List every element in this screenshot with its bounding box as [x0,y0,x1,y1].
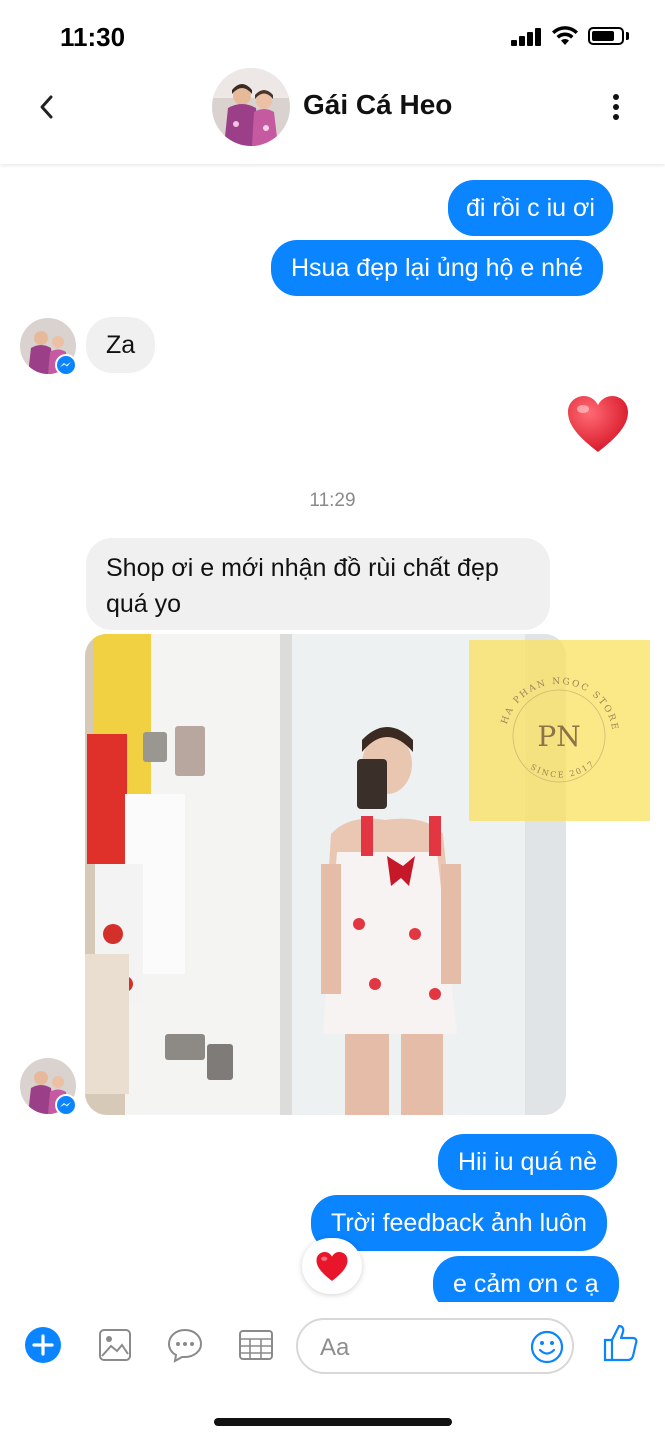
message-text: Hsua đẹp lại ủng hộ e nhé [291,254,583,282]
plus-icon[interactable] [24,1326,62,1364]
signal-icon [511,28,543,46]
message-text: đi rồi c iu ơi [466,194,595,222]
status-bar: 11:30 [0,0,665,62]
contact-name: Gái Cá Heo [303,89,453,120]
status-time: 11:30 [60,22,126,52]
image-icon[interactable] [96,1326,134,1364]
message-input[interactable]: Aa [296,1318,574,1374]
svg-text:SINCE 2017: SINCE 2017 [529,759,597,780]
battery-tip [626,32,629,40]
conversation-header: Gái Cá Heo [0,62,665,164]
battery-icon [588,27,624,45]
message-text: Hii iu quá nè [458,1148,597,1176]
wifi-icon [552,26,578,45]
outgoing-message[interactable]: Hii iu quá nè [438,1134,617,1190]
outgoing-message[interactable]: Trời feedback ảnh luôn [311,1195,607,1251]
messenger-icon [55,1094,77,1116]
watermark-monogram: PN [537,720,580,753]
incoming-message[interactable]: Shop ơi e mới nhận đồ rùi chất đẹp quá y… [86,538,550,630]
message-text: Za [106,331,136,359]
message-text-line: quá yo [106,590,182,618]
message-reaction[interactable] [302,1238,362,1294]
message-timestamp: 11:29 [309,490,356,511]
contact-avatar[interactable] [212,68,290,146]
incoming-message[interactable]: Za [86,317,156,373]
smile-icon[interactable] [530,1330,564,1364]
chat-bubble-icon[interactable] [166,1326,204,1364]
messenger-icon [55,354,77,376]
heart-icon [316,1252,348,1281]
store-watermark: HA PHAN NGOC STORE PN SINCE 2017 [469,640,650,821]
watermark-since: SINCE 2017 [529,759,595,780]
more-vertical-icon[interactable] [606,92,626,122]
thumbs-up-icon[interactable] [602,1322,638,1362]
table-icon[interactable] [237,1326,275,1364]
home-indicator [214,1418,452,1426]
message-text: e cảm ơn c ạ [453,1270,599,1298]
outgoing-message[interactable]: đi rồi c iu ơi [448,180,613,236]
message-input-placeholder: Aa [320,1334,350,1361]
message-text: Trời feedback ảnh luôn [331,1209,587,1237]
chevron-left-icon[interactable] [30,90,64,124]
composer-bar: Aa [0,1302,665,1388]
outgoing-message[interactable]: Hsua đẹp lại ủng hộ e nhé [271,240,603,296]
message-text-line: Shop ơi e mới nhận đồ rùi chất đẹp [106,554,499,582]
heart-icon[interactable] [566,394,630,454]
